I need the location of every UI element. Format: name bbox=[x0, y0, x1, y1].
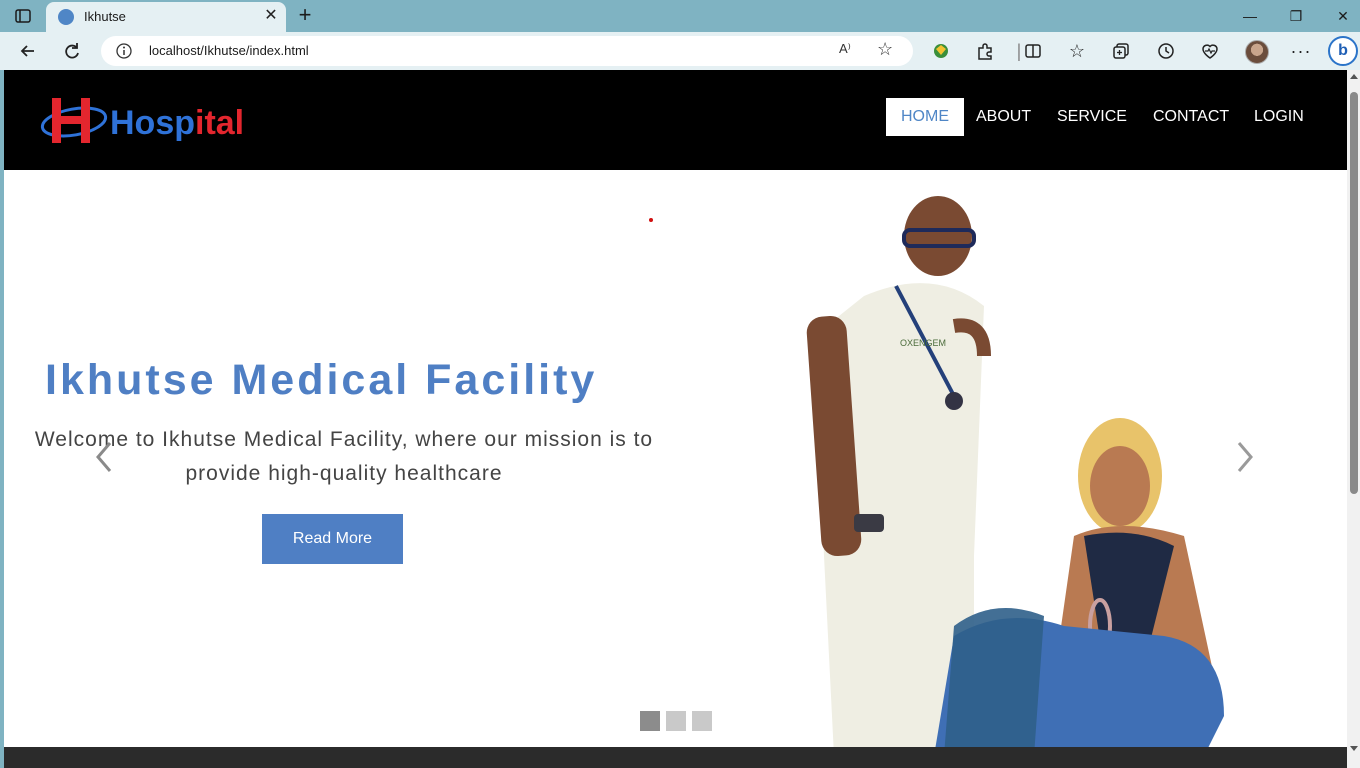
collections-icon[interactable] bbox=[1110, 40, 1132, 62]
chevron-left-icon[interactable] bbox=[93, 440, 115, 474]
split-screen-icon[interactable] bbox=[1022, 40, 1044, 62]
performance-icon[interactable] bbox=[1199, 40, 1221, 62]
close-icon[interactable]: ✕ bbox=[262, 7, 280, 25]
nav-contact[interactable]: CONTACT bbox=[1138, 98, 1244, 136]
star-icon[interactable]: ☆ bbox=[877, 39, 893, 60]
tab-title: Ikhutse bbox=[84, 9, 126, 24]
svg-text:OXENGEM: OXENGEM bbox=[900, 338, 946, 348]
nav-home[interactable]: HOME bbox=[886, 98, 964, 136]
url-text[interactable]: localhost/Ikhutse/index.html bbox=[149, 43, 309, 58]
read-aloud-icon[interactable]: A⁾ bbox=[839, 41, 851, 57]
next-section-strip bbox=[4, 747, 1347, 768]
carousel-indicator-1[interactable] bbox=[640, 711, 660, 731]
info-icon[interactable] bbox=[115, 42, 133, 60]
scroll-thumb[interactable] bbox=[1350, 92, 1358, 494]
chevron-right-icon[interactable] bbox=[1234, 440, 1256, 474]
site-logo[interactable]: Hospital bbox=[40, 94, 250, 148]
decorative-dot bbox=[649, 218, 653, 222]
copilot-icon[interactable]: b bbox=[1328, 36, 1358, 66]
history-icon[interactable] bbox=[1155, 40, 1177, 62]
back-icon[interactable] bbox=[17, 40, 39, 62]
address-bar[interactable]: localhost/Ikhutse/index.html A⁾ ☆ bbox=[101, 36, 913, 66]
page-viewport: Hospital HOME ABOUT SERVICE CONTACT LOGI… bbox=[4, 70, 1347, 768]
tab-favicon-icon bbox=[58, 9, 74, 25]
carousel-indicator-2[interactable] bbox=[666, 711, 686, 731]
minimize-icon[interactable]: — bbox=[1238, 6, 1262, 26]
browser-tab-bar: Ikhutse ✕ + — ❐ ✕ bbox=[0, 0, 1360, 32]
logo-mark-icon bbox=[40, 98, 108, 143]
puzzle-icon[interactable] bbox=[974, 40, 996, 62]
extension-icon[interactable] bbox=[930, 40, 952, 62]
refresh-icon[interactable] bbox=[61, 40, 83, 62]
browser-tab[interactable]: Ikhutse ✕ bbox=[46, 2, 286, 32]
plus-icon[interactable]: + bbox=[294, 4, 316, 26]
logo-text: Hospital bbox=[110, 104, 245, 142]
hero-subtitle: Welcome to Ikhutse Medical Facility, whe… bbox=[34, 428, 654, 485]
scroll-up-icon[interactable] bbox=[1350, 74, 1358, 79]
profile-avatar[interactable] bbox=[1245, 40, 1269, 64]
hero-photo: OXENGEM bbox=[806, 196, 1224, 756]
more-icon[interactable]: ··· bbox=[1290, 40, 1312, 62]
window-close-icon[interactable]: ✕ bbox=[1331, 6, 1355, 26]
nav-service[interactable]: SERVICE bbox=[1042, 98, 1142, 136]
restore-icon[interactable]: ❐ bbox=[1284, 6, 1308, 26]
scroll-down-icon[interactable] bbox=[1350, 746, 1358, 751]
site-header: Hospital HOME ABOUT SERVICE CONTACT LOGI… bbox=[4, 70, 1347, 170]
browser-toolbar: localhost/Ikhutse/index.html A⁾ ☆ | ☆ ··… bbox=[0, 32, 1360, 70]
favorites-icon[interactable]: ☆ bbox=[1066, 40, 1088, 62]
read-more-button[interactable]: Read More bbox=[262, 514, 403, 564]
page-scrollbar[interactable] bbox=[1347, 70, 1360, 768]
hero-title: Ikhutse Medical Facility bbox=[45, 356, 598, 404]
carousel-indicator-3[interactable] bbox=[692, 711, 712, 731]
tab-actions-icon[interactable] bbox=[14, 7, 32, 25]
nav-about[interactable]: ABOUT bbox=[961, 98, 1046, 136]
nav-login[interactable]: LOGIN bbox=[1239, 98, 1319, 136]
